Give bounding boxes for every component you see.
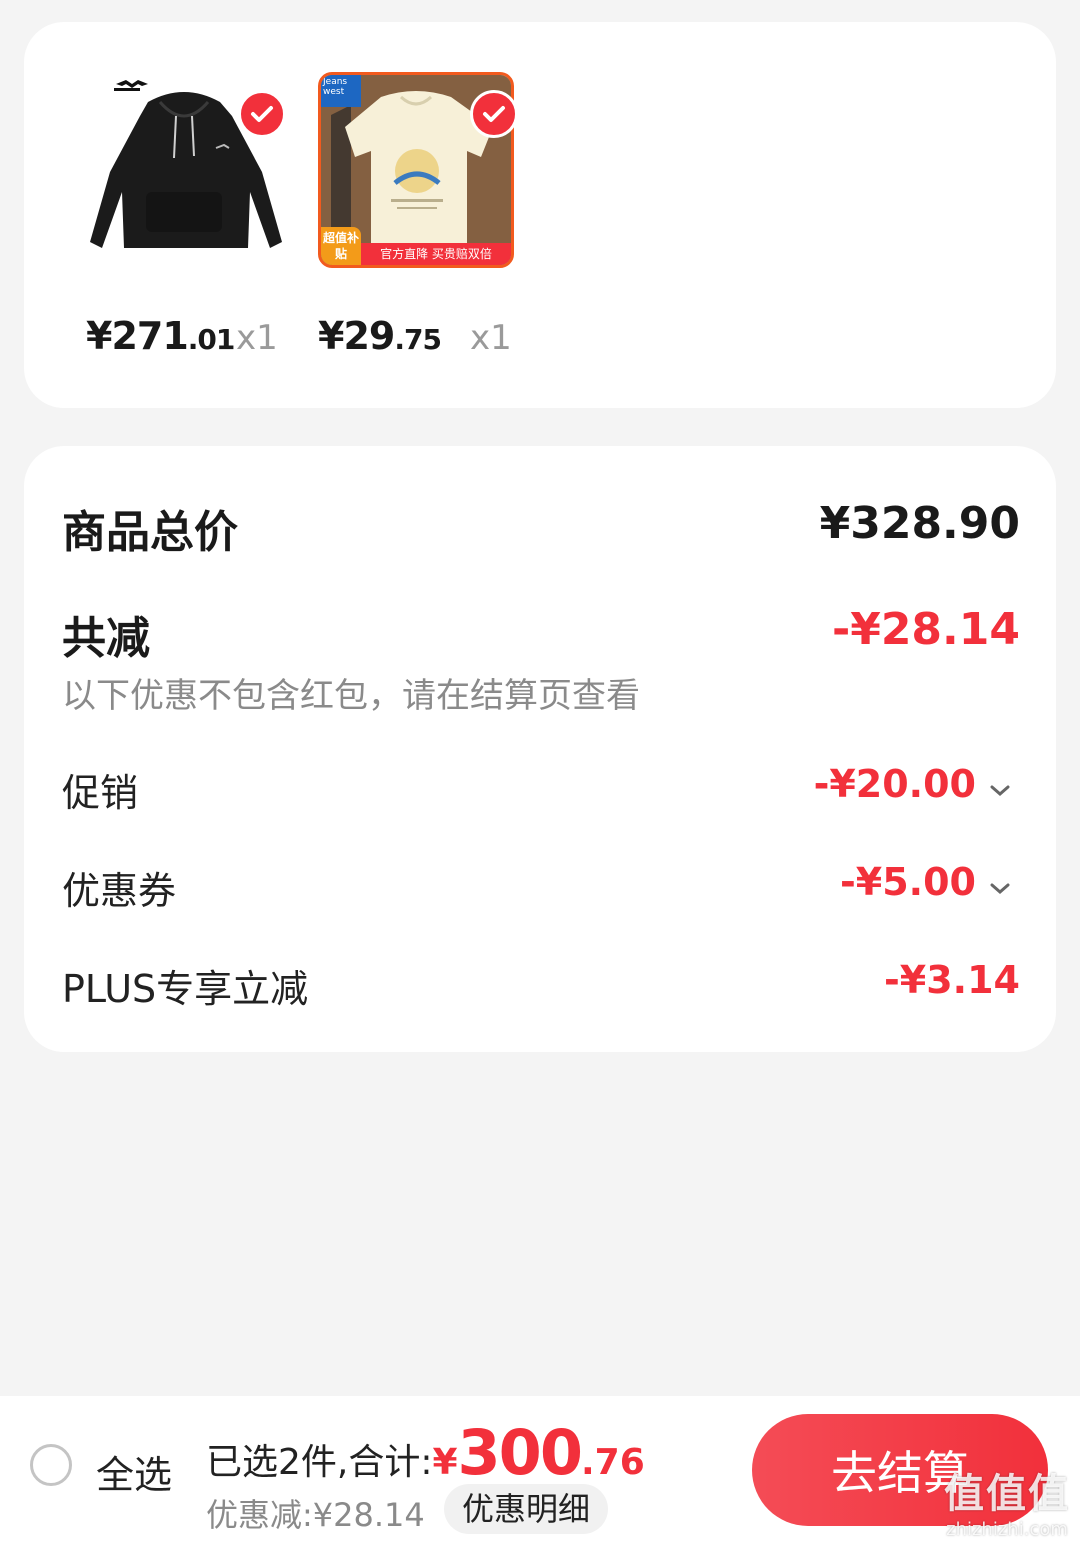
promo-strip: 官方直降 买贵赔双倍 [361, 243, 511, 265]
promotion-label: 促销 [62, 771, 139, 815]
product-thumbnail-tshirt[interactable]: Jeans west 超值补贴 官方直降 买贵赔双倍 [318, 72, 518, 268]
total-amount-int: 300 [457, 1416, 583, 1489]
price-int: ¥271 [86, 314, 189, 358]
total-currency: ¥ [432, 1442, 458, 1483]
selected-check-icon[interactable] [470, 90, 518, 138]
total-amount-dec: .76 [580, 1442, 645, 1483]
site-watermark: 值值值 zhizhizhi.com [944, 1461, 1070, 1540]
checkout-bar: 全选 已选2件,合计: ¥ 300 .76 优惠减:¥28.14 优惠明细 去结… [0, 1396, 1080, 1546]
selected-count-label: 已选2件,合计: [206, 1442, 433, 1483]
brand-badge: Jeans west [321, 75, 361, 107]
total-reduce-label: 共减 [62, 613, 150, 664]
coupon-label: 优惠券 [62, 869, 177, 913]
chevron-down-icon [990, 762, 1010, 806]
corner-badge: 超值补贴 [321, 227, 361, 265]
watermark-url: zhizhizhi.com [946, 1519, 1068, 1540]
product-qty-tshirt: x1 [470, 318, 512, 358]
product-thumbnail-hoodie[interactable] [86, 72, 286, 268]
price-summary-card: 商品总价 ¥328.90 共减 -¥28.14 以下优惠不包含红包，请在结算页查… [24, 446, 1056, 1052]
product-qty-hoodie: x1 [236, 318, 278, 358]
discount-detail-button[interactable]: 优惠明细 [444, 1484, 609, 1534]
watermark-main: 值值值 [944, 1471, 1070, 1517]
product-price-tshirt: ¥29.75 [318, 314, 442, 358]
total-price-label: 商品总价 [62, 507, 238, 558]
price-int: ¥29 [318, 314, 395, 358]
total-reduce-value: -¥28.14 [831, 604, 1020, 655]
coupon-value: -¥5.00 [840, 860, 976, 904]
plus-discount-value: -¥3.14 [884, 958, 1020, 1002]
chevron-down-icon [990, 860, 1010, 904]
price-dec: .75 [394, 323, 442, 356]
discount-hint: 以下优惠不包含红包，请在结算页查看 [62, 676, 640, 716]
promotion-value: -¥20.00 [813, 762, 976, 806]
selected-total: 已选2件,合计: ¥ 300 .76 [206, 1416, 645, 1489]
coupon-row[interactable]: -¥5.00 [840, 860, 1010, 904]
cart-items-card: ¥271.01 x1 Jeans west 超值补贴 官方直降 买贵赔双倍 ¥2… [24, 22, 1056, 408]
select-all-label[interactable]: 全选 [96, 1444, 172, 1499]
product-price-hoodie: ¥271.01 [86, 314, 236, 358]
plus-discount-label: PLUS专享立减 [62, 967, 309, 1011]
selected-check-icon[interactable] [238, 90, 286, 138]
select-all-radio[interactable] [30, 1444, 72, 1486]
discount-summary: 优惠减:¥28.14 [206, 1496, 425, 1534]
price-dec: .01 [187, 323, 236, 356]
promotion-row[interactable]: -¥20.00 [814, 762, 1010, 806]
total-price-value: ¥328.90 [819, 498, 1020, 549]
